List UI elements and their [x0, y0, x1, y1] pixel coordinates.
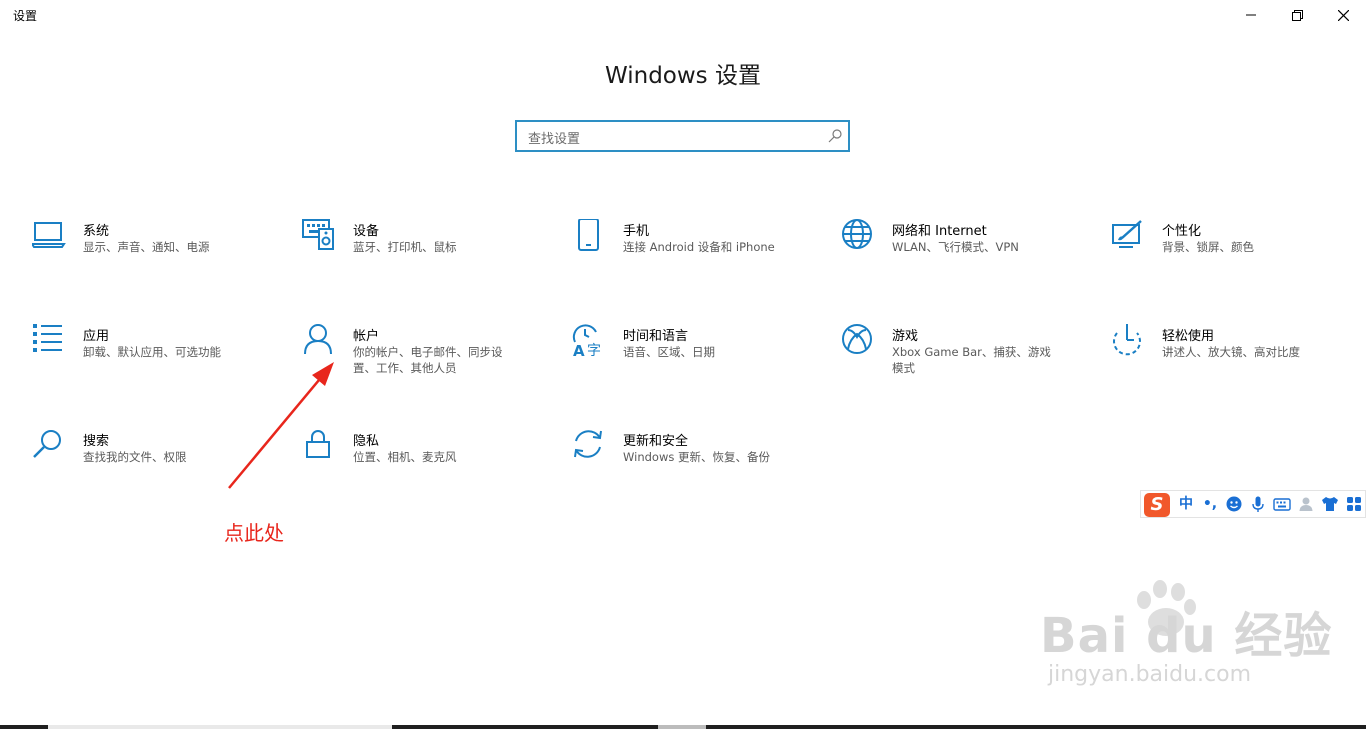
ime-toolbar: S 中 •,: [1140, 490, 1366, 518]
taskbar-segment: [658, 725, 706, 729]
emoji-icon[interactable]: [1225, 495, 1243, 513]
ime-punct-toggle[interactable]: •,: [1201, 495, 1219, 513]
annotation-label: 点此处: [224, 521, 284, 545]
watermark-sub: jingyan.baidu.com: [1048, 662, 1252, 687]
user-icon[interactable]: [1297, 495, 1315, 513]
grid-icon[interactable]: [1345, 495, 1363, 513]
mic-icon[interactable]: [1249, 495, 1267, 513]
watermark-main: Bai du 经验: [1040, 608, 1333, 664]
keyboard-icon[interactable]: [1273, 495, 1291, 513]
ime-lang-toggle[interactable]: 中: [1177, 495, 1195, 513]
shirt-icon[interactable]: [1321, 495, 1339, 513]
taskbar-segment: [48, 725, 392, 729]
taskbar-strip: [0, 725, 1366, 729]
sogou-logo[interactable]: S: [1144, 493, 1170, 517]
